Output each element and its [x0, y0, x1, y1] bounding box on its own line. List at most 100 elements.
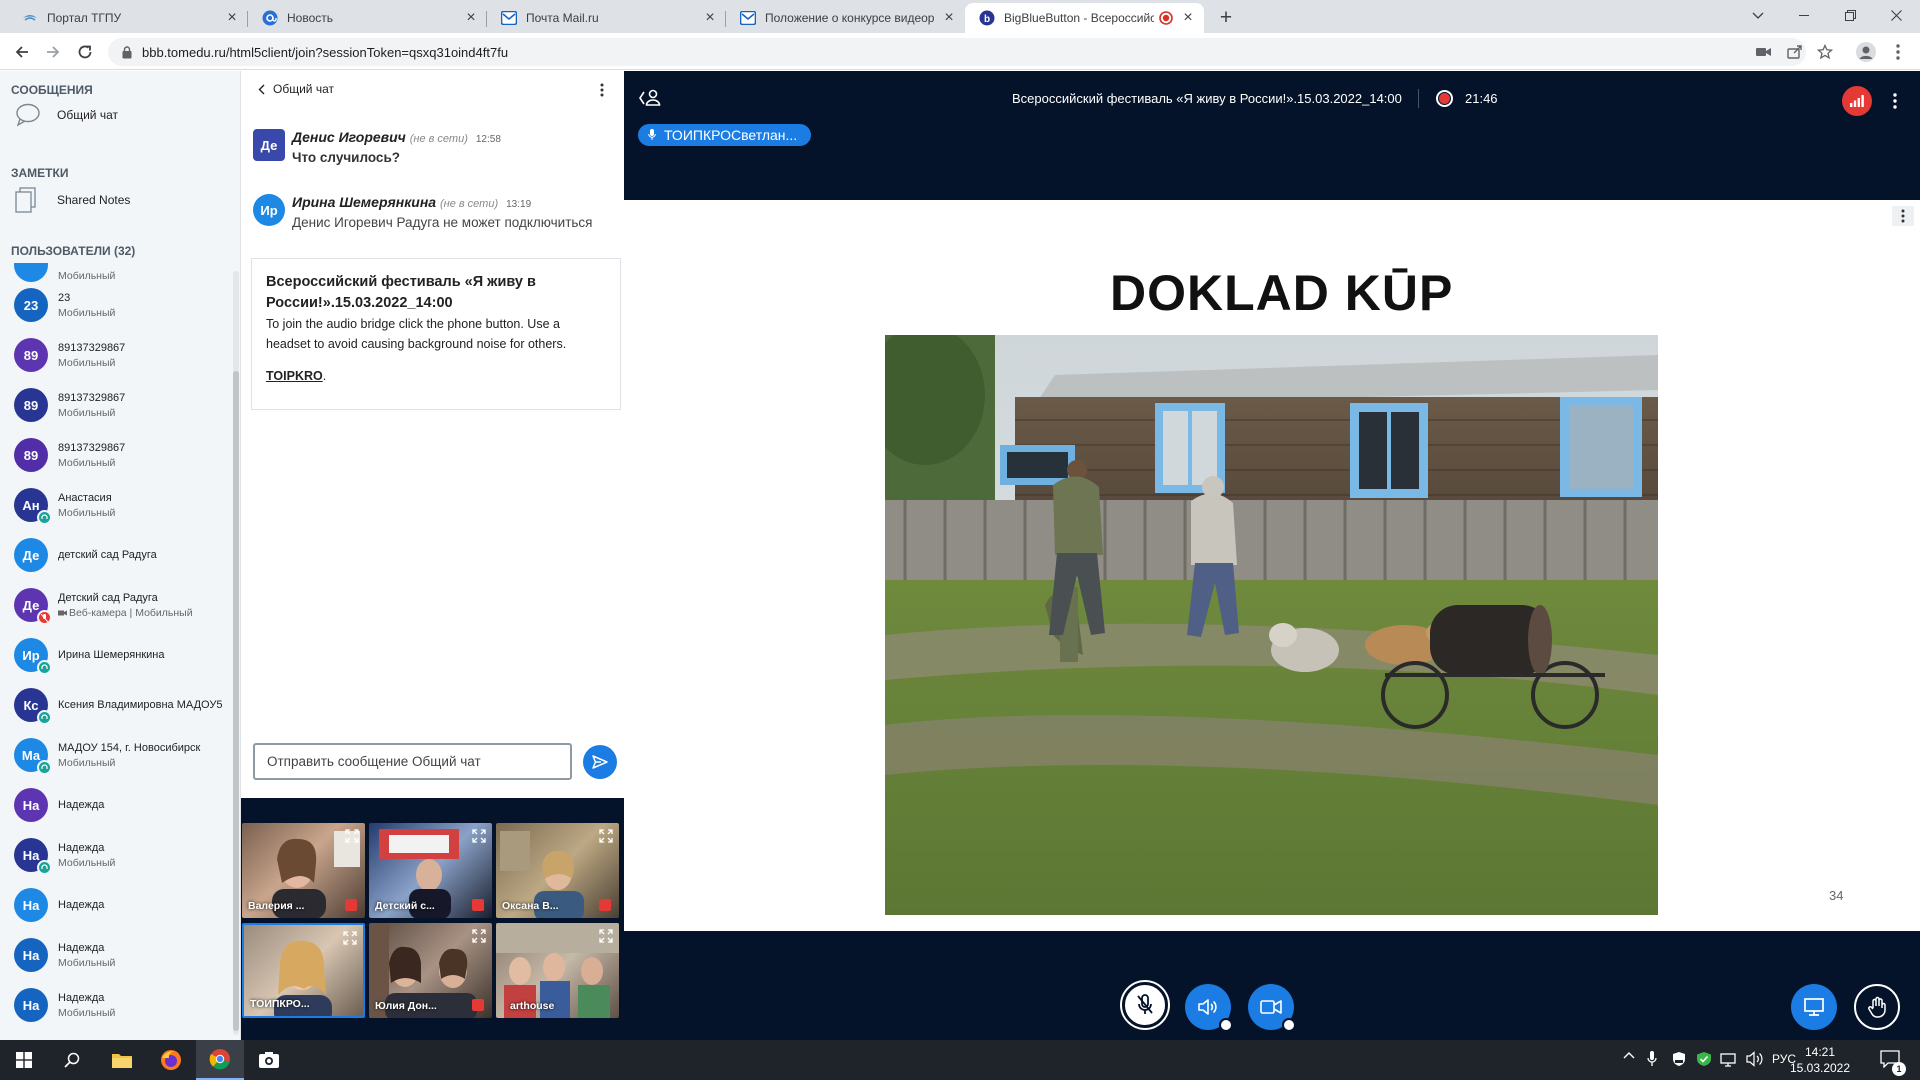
- toggle-user-list-icon[interactable]: [638, 88, 662, 110]
- chevron-down-icon[interactable]: [1282, 1018, 1296, 1032]
- audio-settings-button[interactable]: [1185, 984, 1233, 1032]
- recording-indicator-icon: [1158, 10, 1174, 26]
- screenshot-tool-icon[interactable]: [245, 1040, 293, 1080]
- user-list-item[interactable]: 89 89137329867 Мобильный: [14, 382, 125, 428]
- webcam-tile[interactable]: Юлия Дон...: [369, 923, 492, 1018]
- browser-tab-mail[interactable]: Почта Mail.ru ×: [487, 3, 726, 33]
- user-list-item[interactable]: На Надежда: [14, 882, 104, 928]
- taskbar-clock[interactable]: 14:21 15.03.2022: [1784, 1044, 1856, 1076]
- user-list-item[interactable]: Ма МАДОУ 154, г. Новосибирск Мобильный: [14, 732, 200, 778]
- user-list-item[interactable]: Ир Ирина Шемерянкина: [14, 632, 164, 678]
- webcam-tile[interactable]: Детский с...: [369, 823, 492, 918]
- clock-time: 14:21: [1804, 1045, 1836, 1059]
- users-scrollbar-thumb[interactable]: [233, 371, 239, 1031]
- camera-in-use-icon[interactable]: [1752, 41, 1774, 63]
- user-avatar: Ир: [14, 638, 52, 675]
- user-list-item[interactable]: Ан Анастасия Мобильный: [14, 482, 115, 528]
- close-tab-icon[interactable]: ×: [702, 9, 718, 26]
- fullscreen-expand-icon[interactable]: [345, 829, 359, 843]
- reload-icon[interactable]: [73, 40, 97, 64]
- user-list-item[interactable]: Де Детский сад Радуга Веб-камера | Мобиль…: [14, 582, 193, 628]
- webcam-tile[interactable]: Оксана В...: [496, 823, 619, 918]
- share-icon[interactable]: [1784, 41, 1806, 63]
- user-list-item[interactable]: 89 89137329867 Мобильный: [14, 432, 125, 478]
- user-list-item[interactable]: На Надежда Мобильный: [14, 982, 115, 1028]
- meeting-title: Всероссийский фестиваль «Я живу в России…: [1012, 91, 1402, 106]
- recording-indicator[interactable]: [1436, 90, 1453, 107]
- new-tab-button[interactable]: +: [1214, 6, 1238, 30]
- chevron-down-icon[interactable]: [1219, 1018, 1233, 1032]
- muted-microphone-icon: [472, 999, 484, 1011]
- chat-message-input[interactable]: [253, 743, 572, 780]
- webcam-tile-active-speaker[interactable]: ТОИПКРО...: [242, 923, 365, 1018]
- tab-search-icon[interactable]: [1735, 0, 1781, 31]
- user-list-item[interactable]: На Надежда Мобильный: [14, 932, 115, 978]
- meeting-options-icon[interactable]: [1889, 90, 1901, 112]
- users-section-header: ПОЛЬЗОВАТЕЛИ (32): [11, 244, 136, 258]
- mute-microphone-button[interactable]: [1122, 982, 1168, 1028]
- antivirus-shield-icon[interactable]: [1696, 1051, 1712, 1067]
- security-shield-icon[interactable]: [1672, 1051, 1686, 1067]
- file-explorer-icon[interactable]: [98, 1040, 146, 1080]
- firefox-icon[interactable]: [147, 1040, 195, 1080]
- browser-tab-news[interactable]: Новость ×: [248, 3, 487, 33]
- toggle-presentation-button[interactable]: [1791, 984, 1837, 1030]
- close-window-button[interactable]: [1873, 0, 1919, 31]
- lock-icon[interactable]: [116, 41, 138, 63]
- fullscreen-expand-icon[interactable]: [343, 931, 357, 945]
- chat-back-button[interactable]: Общий чат: [258, 82, 334, 96]
- connection-status-button[interactable]: [1842, 86, 1872, 116]
- notifications-icon[interactable]: 1: [1880, 1050, 1906, 1076]
- chrome-taskbar-button[interactable]: [196, 1040, 244, 1080]
- talking-indicator[interactable]: ТОИПКРОСветлан...: [638, 124, 812, 146]
- close-tab-icon[interactable]: ×: [1180, 9, 1196, 26]
- raise-hand-button[interactable]: [1854, 984, 1900, 1030]
- address-bar[interactable]: bbb.tomedu.ru/html5client/join?sessionTo…: [108, 38, 1833, 66]
- presentation-options-icon[interactable]: [1892, 206, 1914, 226]
- user-list-item[interactable]: На Надежда Мобильный: [14, 832, 115, 878]
- user-list-item[interactable]: На Надежда: [14, 782, 104, 828]
- user-list-item[interactable]: 89 89137329867 Мобильный: [14, 332, 125, 378]
- forward-arrow-icon[interactable]: [41, 40, 65, 64]
- user-list-item[interactable]: 23 23 Мобильный: [14, 282, 115, 328]
- user-avatar: На: [14, 988, 48, 1022]
- bookmark-star-icon[interactable]: [1814, 41, 1836, 63]
- back-arrow-icon[interactable]: [10, 40, 34, 64]
- fullscreen-expand-icon[interactable]: [599, 929, 613, 943]
- browser-tab-bigbluebutton[interactable]: b BigBlueButton - Всероссийс ×: [965, 3, 1204, 33]
- slide-photo: [885, 335, 1658, 915]
- close-tab-icon[interactable]: ×: [224, 9, 240, 26]
- toipkro-link[interactable]: TOIPKRO: [266, 369, 323, 383]
- browser-tab-portal[interactable]: Портал ТГПУ ×: [8, 3, 248, 33]
- shared-notes-item[interactable]: Shared Notes: [11, 182, 130, 218]
- restore-window-button[interactable]: [1827, 0, 1873, 31]
- minimize-window-button[interactable]: [1781, 0, 1827, 31]
- close-tab-icon[interactable]: ×: [463, 9, 479, 26]
- browser-tab-contest[interactable]: Положение о конкурсе видеор ×: [726, 3, 965, 33]
- user-name: 89137329867: [58, 391, 126, 404]
- close-tab-icon[interactable]: ×: [941, 9, 957, 26]
- webcam-tile[interactable]: Валерия ...: [242, 823, 365, 918]
- browser-menu-icon[interactable]: [1886, 40, 1910, 64]
- public-chat-item[interactable]: Общий чат: [11, 97, 118, 133]
- taskbar-search-icon[interactable]: [48, 1040, 96, 1080]
- user-list-item[interactable]: Де детский сад Радуга: [14, 532, 157, 578]
- windows-start-icon[interactable]: [0, 1040, 48, 1080]
- user-list-item[interactable]: Кс Ксения Владимировна МАДОУ5: [14, 682, 222, 728]
- volume-icon[interactable]: [1746, 1051, 1764, 1067]
- microphone-tray-icon[interactable]: [1647, 1051, 1657, 1067]
- fullscreen-expand-icon[interactable]: [599, 829, 613, 843]
- show-hidden-icons-chevron-icon[interactable]: [1623, 1051, 1635, 1059]
- webcam-tile[interactable]: arthouse: [496, 923, 619, 1018]
- profile-avatar-icon[interactable]: [1854, 40, 1878, 64]
- send-message-button[interactable]: [583, 745, 617, 779]
- chat-options-icon[interactable]: [596, 82, 608, 98]
- share-webcam-button[interactable]: [1248, 984, 1296, 1032]
- user-status: Мобильный: [58, 356, 116, 369]
- mail-favicon-icon: [740, 10, 756, 26]
- fullscreen-expand-icon[interactable]: [472, 829, 486, 843]
- user-name: Детский сад Радуга: [58, 591, 158, 604]
- network-icon[interactable]: [1720, 1051, 1736, 1067]
- user-avatar: На: [14, 938, 48, 972]
- fullscreen-expand-icon[interactable]: [472, 929, 486, 943]
